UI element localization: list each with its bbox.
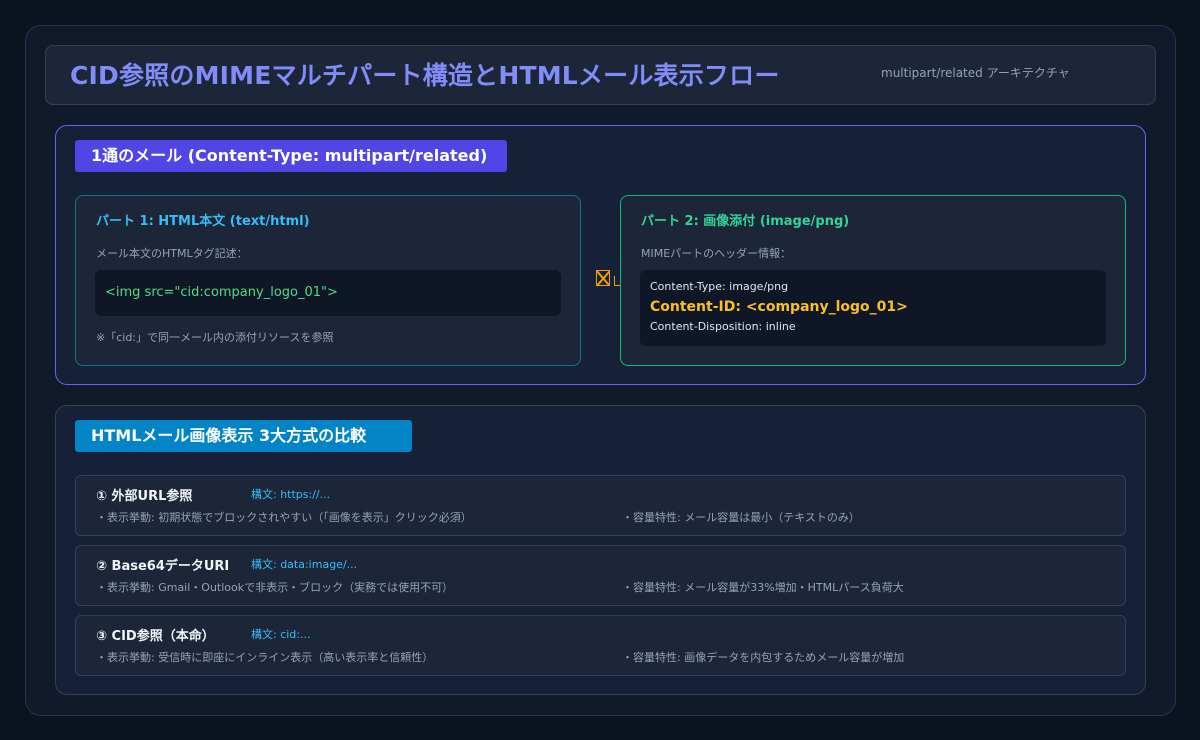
method-name: ① 外部URL参照 <box>96 489 193 504</box>
method-behavior: ・表示挙動: 受信時に即座にインライン表示（高い表示率と信頼性） <box>96 651 434 664</box>
html-part-box: パート 1: HTML本文 (text/html) メール本文のHTMLタグ記述… <box>75 195 581 366</box>
method-row-cid: ③ CID参照（本命） 構文: cid:... ・表示挙動: 受信時に即座にイン… <box>75 615 1126 676</box>
page-title: CID参照のMIMEマルチパート構造とHTMLメール表示フロー <box>70 61 780 90</box>
email-structure-panel: 1通のメール (Content-Type: multipart/related)… <box>55 125 1146 385</box>
method-behavior: ・表示挙動: Gmail・Outlookで非表示・ブロック（実務では使用不可） <box>96 581 454 594</box>
comparison-panel: HTMLメール画像表示 3大方式の比較 ① 外部URL参照 構文: https:… <box>55 405 1146 695</box>
html-part-title: パート 1: HTML本文 (text/html) <box>96 214 310 229</box>
method-capacity: ・容量特性: メール容量は最小（テキストのみ） <box>622 511 860 524</box>
image-part-box: パート 2: 画像添付 (image/png) MIMEパートのヘッダー情報： … <box>620 195 1126 366</box>
html-part-desc: メール本文のHTMLタグ記述： <box>96 247 248 260</box>
link-icon <box>596 270 610 286</box>
img-tag-code: <img src="cid:company_logo_01"> <box>105 285 338 300</box>
method-behavior: ・表示挙動: 初期状態でブロックされやすい（「画像を表示」クリック必須） <box>96 511 472 524</box>
content-disposition-line: Content-Disposition: inline <box>650 320 796 333</box>
method-capacity: ・容量特性: 画像データを内包するためメール容量が増加 <box>622 651 905 664</box>
method-syntax: 構文: cid:... <box>251 628 311 641</box>
method-name: ② Base64データURI <box>96 559 230 574</box>
method-capacity: ・容量特性: メール容量が33%増加・HTMLパース負荷大 <box>622 581 904 594</box>
method-name: ③ CID参照（本命） <box>96 629 215 644</box>
page-subtitle: multipart/related アーキテクチャ <box>881 66 1070 80</box>
content-type-line: Content-Type: image/png <box>650 280 789 293</box>
comparison-section-tag: HTMLメール画像表示 3大方式の比較 <box>75 420 412 452</box>
method-row-base64: ② Base64データURI 構文: data:image/... ・表示挙動:… <box>75 545 1126 606</box>
method-row-external-url: ① 外部URL参照 構文: https://... ・表示挙動: 初期状態でブロ… <box>75 475 1126 536</box>
method-syntax: 構文: data:image/... <box>251 558 358 571</box>
image-part-desc: MIMEパートのヘッダー情報： <box>641 247 792 260</box>
content-id-line: Content-ID: <company_logo_01> <box>650 299 908 315</box>
image-part-title: パート 2: 画像添付 (image/png) <box>641 214 850 229</box>
mime-header-box: Content-Type: image/png Content-ID: <com… <box>640 270 1106 346</box>
html-code-box: <img src="cid:company_logo_01"> <box>95 270 561 316</box>
email-section-tag: 1通のメール (Content-Type: multipart/related) <box>75 140 507 172</box>
method-syntax: 構文: https://... <box>251 488 331 501</box>
page-header: CID参照のMIMEマルチパート構造とHTMLメール表示フロー multipar… <box>45 45 1156 105</box>
html-part-note: ※「cid:」で同一メール内の添付リソースを参照 <box>96 331 334 344</box>
